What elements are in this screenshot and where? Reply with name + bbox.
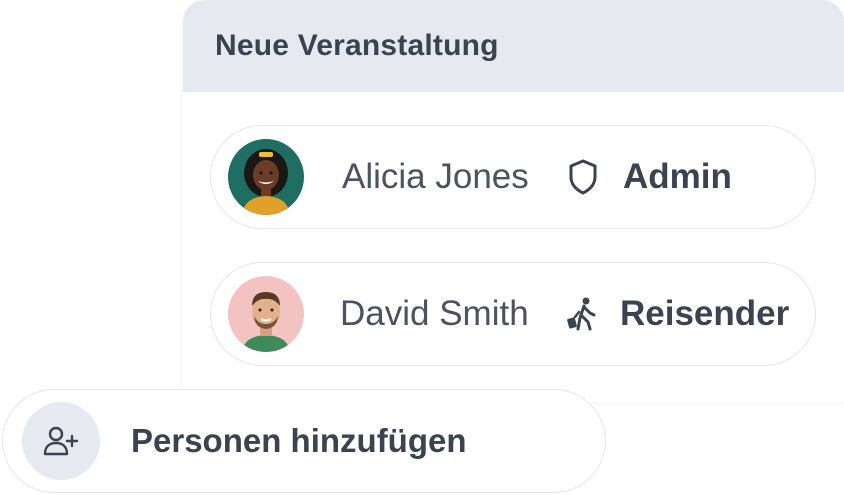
avatar-portrait-alicia xyxy=(228,139,304,215)
add-person-button[interactable]: Personen hinzufügen xyxy=(2,389,606,493)
avatar-portrait-david xyxy=(228,276,304,352)
event-card-header: Neue Veranstaltung xyxy=(183,0,844,92)
participant-row-alicia-jones[interactable]: Alicia Jones Admin xyxy=(210,125,816,229)
add-person-label: Personen hinzufügen xyxy=(131,422,467,459)
add-user-icon xyxy=(43,426,79,456)
participant-role: Reisender xyxy=(620,294,790,333)
stage: Neue Veranstaltung Alicia Jones Admin Da… xyxy=(0,0,844,495)
participant-name: Alicia Jones xyxy=(342,157,529,196)
participant-name: David Smith xyxy=(340,294,529,333)
shield-icon xyxy=(566,157,600,197)
participant-row-david-smith[interactable]: David Smith Reisender xyxy=(210,262,816,366)
event-title: Neue Veranstaltung xyxy=(215,29,499,62)
avatar xyxy=(228,276,304,352)
avatar xyxy=(228,139,304,215)
add-user-icon-container xyxy=(22,402,100,480)
traveler-icon xyxy=(566,294,600,334)
participant-role: Admin xyxy=(623,157,732,196)
